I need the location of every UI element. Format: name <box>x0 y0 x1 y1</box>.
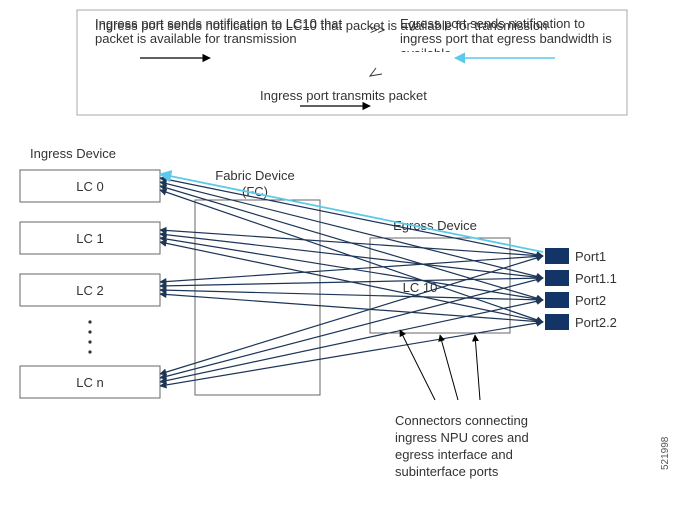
ingress-device-label: Ingress Device <box>30 146 116 161</box>
lc0-label: LC 0 <box>76 179 103 194</box>
legend-step3: Ingress port transmits packet <box>260 88 427 103</box>
diagram-root: Ingress port sends notification to LC10 … <box>0 0 700 514</box>
callout-arrows <box>400 330 480 400</box>
legend-sep: >> <box>370 22 385 37</box>
connectors <box>160 178 543 386</box>
lc1-label: LC 1 <box>76 231 103 246</box>
legend-box: Ingress port sends notification to LC10 … <box>77 10 627 115</box>
connectors-line3: egress interface and <box>395 447 513 462</box>
connectors-caption: Connectors connecting ingress NPU cores … <box>395 413 529 479</box>
port2-label: Port2 <box>575 293 606 308</box>
ingress-stack: LC 0 LC 1 LC 2 LC n <box>20 170 160 398</box>
legend-step1: Ingress port sends notification to LC10 … <box>95 16 355 46</box>
lc2-label: LC 2 <box>76 283 103 298</box>
egress-ports: Port1 Port1.1 Port2 Port2.2 <box>545 248 617 330</box>
connectors-line2: ingress NPU cores and <box>395 430 529 445</box>
connectors-line1: Connectors connecting <box>395 413 528 428</box>
connectors-line4: subinterface ports <box>395 464 499 479</box>
legend-down-caret <box>370 68 382 76</box>
port1-1-label: Port1.1 <box>575 271 617 286</box>
lcn-label: LC n <box>76 375 103 390</box>
port2-2-label: Port2.2 <box>575 315 617 330</box>
doc-id: 521998 <box>660 436 671 470</box>
fabric-device-label-1: Fabric Device <box>215 168 294 183</box>
legend-step2: Egress port sends notification to ingres… <box>400 16 620 52</box>
port1-label: Port1 <box>575 249 606 264</box>
